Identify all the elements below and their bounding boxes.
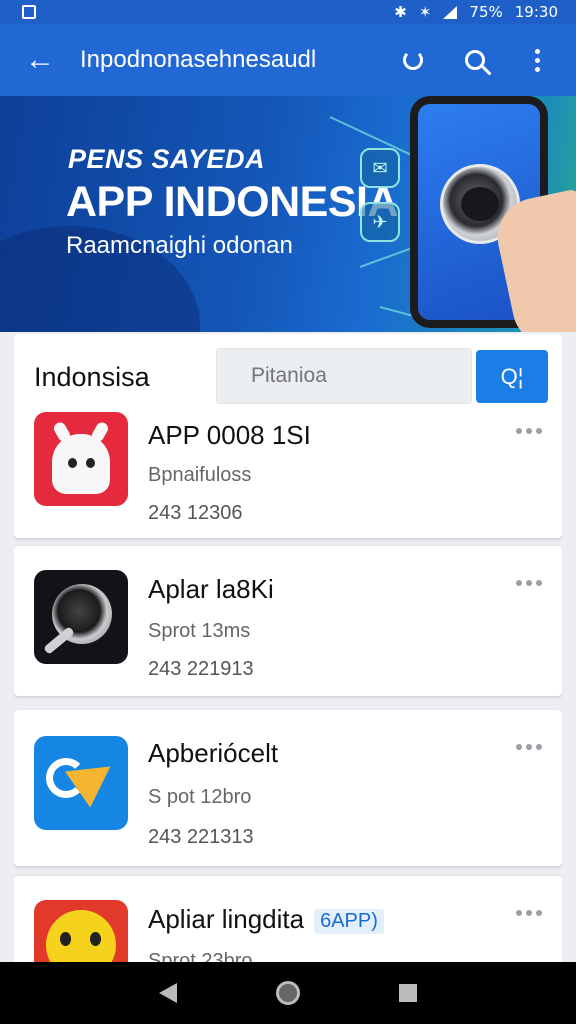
app-developer: S pot 12bro — [148, 786, 252, 808]
search-submit-button[interactable]: Q¦ — [476, 350, 548, 403]
app-icon-lens — [34, 570, 128, 664]
search-icon — [465, 50, 485, 70]
vibrate-icon: ✶ — [418, 3, 432, 21]
plane-icon: ✈ — [360, 202, 400, 242]
system-nav-bar — [0, 962, 576, 1024]
more-horizontal-icon[interactable] — [516, 744, 542, 750]
refresh-icon — [403, 50, 423, 70]
search-button[interactable] — [444, 24, 506, 96]
app-badge: 6APP) — [314, 908, 384, 934]
search-card: Indonsisa Q¦ APP 0008 1SI Bpnaifuloss 24… — [14, 334, 562, 538]
back-button[interactable]: ← — [0, 24, 80, 96]
app-developer: Bpnaifuloss — [148, 464, 252, 486]
nav-back-icon[interactable] — [159, 983, 178, 1003]
page-title: Inpodnonasehnesaudl — [80, 46, 317, 73]
search-input[interactable] — [216, 348, 472, 404]
overflow-menu-button[interactable] — [506, 24, 568, 96]
app-name: Apberiócelt — [148, 738, 279, 768]
arrow-left-icon: ← — [25, 43, 55, 76]
list-item[interactable]: Aplar la8Ki Sprot 13ms 243 221913 — [14, 546, 562, 696]
app-name-text: Apliar lingdita — [148, 904, 305, 934]
chat-icon: ✉ — [360, 148, 400, 188]
status-indicators: ✱ ✶ 75% 19:30 — [394, 3, 558, 21]
status-bar: ✱ ✶ 75% 19:30 — [0, 0, 576, 24]
bluetooth-icon: ✱ — [394, 3, 407, 21]
banner-headline: APP INDONESIA — [66, 178, 399, 226]
refresh-button[interactable] — [382, 24, 444, 96]
app-meta: 243 221313 — [148, 826, 254, 848]
section-title: Indonsisa — [34, 362, 150, 392]
signal-icon — [443, 5, 458, 19]
battery-level: 75% — [469, 3, 503, 21]
nav-home-icon[interactable] — [275, 981, 300, 1005]
more-vertical-icon — [534, 48, 540, 72]
app-name[interactable]: APP 0008 1SI — [148, 420, 311, 451]
search-button-label: Q¦ — [500, 363, 524, 389]
app-meta: 243 221913 — [148, 658, 254, 680]
notification-icon — [22, 5, 36, 19]
app-icon-android[interactable] — [34, 412, 128, 506]
list-item[interactable]: Apberiócelt S pot 12bro 243 221313 — [14, 710, 562, 866]
app-bar-actions — [382, 24, 568, 96]
app-name: Aplar la8Ki — [148, 574, 274, 604]
app-icon-plane — [34, 736, 128, 830]
promo-banner[interactable]: PENS SAYEDA APP INDONESIA Raamcnaighi od… — [0, 96, 576, 332]
more-horizontal-icon[interactable] — [516, 428, 542, 434]
banner-subtitle: Raamcnaighi odonan — [66, 232, 293, 259]
app-icon-smiley — [34, 900, 128, 962]
app-developer: Sprot 23bro — [148, 950, 253, 962]
more-horizontal-icon[interactable] — [516, 580, 542, 586]
nav-recents-icon[interactable] — [398, 984, 417, 1002]
app-meta: 243 12306 — [148, 502, 243, 524]
more-horizontal-icon[interactable] — [516, 910, 542, 916]
app-bar: ← Inpodnonasehnesaudl — [0, 24, 576, 96]
app-developer: Sprot 13ms — [148, 620, 251, 642]
app-name: Apliar lingdita 6APP) — [148, 904, 384, 935]
app-list-panel: Indonsisa Q¦ APP 0008 1SI Bpnaifuloss 24… — [14, 334, 562, 962]
banner-tagline: PENS SAYEDA — [68, 144, 266, 174]
clock: 19:30 — [514, 3, 558, 21]
list-item[interactable]: Apliar lingdita 6APP) Sprot 23bro — [14, 876, 562, 962]
